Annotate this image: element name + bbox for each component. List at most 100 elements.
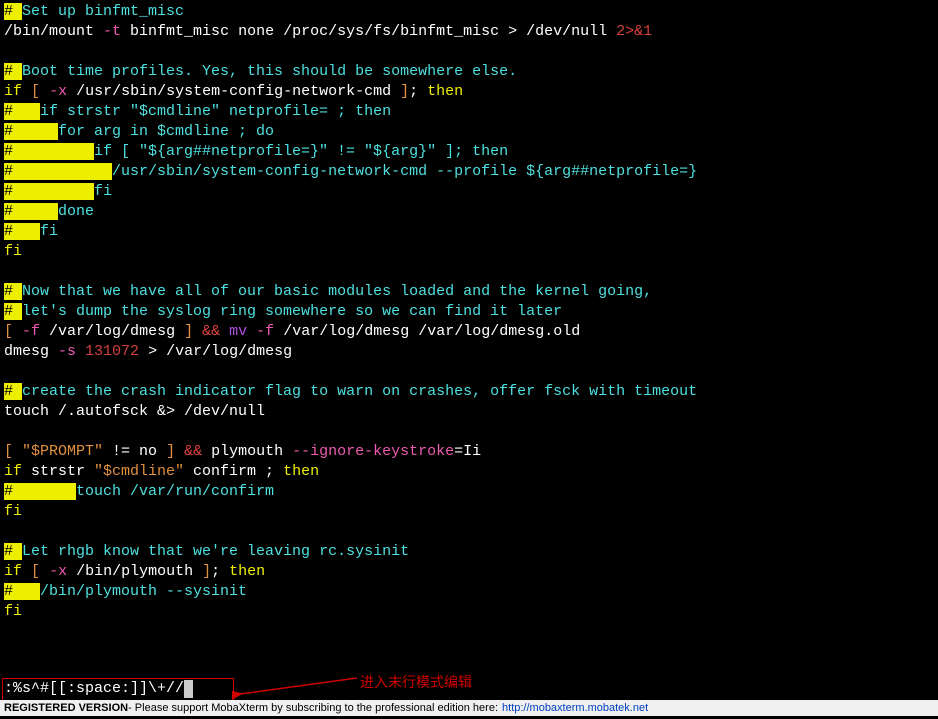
code-line: # /bin/plymouth --sysinit [4, 582, 934, 602]
code-segment: fi [4, 603, 22, 620]
terminal-viewport[interactable]: # Set up binfmt_misc/bin/mount -t binfmt… [0, 0, 938, 624]
code-segment: fi [4, 503, 22, 520]
code-segment: then [283, 463, 319, 480]
code-line: if strstr "$cmdline" confirm ; then [4, 462, 934, 482]
code-segment: -x [49, 83, 67, 100]
code-segment: plymouth [202, 443, 292, 460]
code-segment: # [4, 203, 58, 220]
code-line: # let's dump the syslog ring somewhere s… [4, 302, 934, 322]
annotation-text: 进入末行模式编辑 [360, 672, 472, 692]
code-segment: fi [4, 243, 22, 260]
code-line: # Boot time profiles. Yes, this should b… [4, 62, 934, 82]
code-segment [76, 343, 85, 360]
code-segment: for arg in $cmdline ; do [58, 123, 274, 140]
code-segment: >& [625, 23, 643, 40]
code-segment: then [229, 563, 265, 580]
status-bar: REGISTERED VERSION - Please support Moba… [0, 700, 938, 716]
code-segment: -x [49, 563, 67, 580]
code-segment: ; [409, 83, 427, 100]
code-segment: ; [211, 563, 229, 580]
code-segment: binfmt_misc none /proc/sys/fs/binfmt_mis… [121, 23, 616, 40]
code-segment [40, 83, 49, 100]
code-segment: Now that we have all of our basic module… [22, 283, 652, 300]
code-segment: # [4, 183, 94, 200]
code-segment: "$cmdline" [94, 463, 184, 480]
code-segment: --ignore-keystroke [292, 443, 454, 460]
code-segment: touch /var/run/confirm [76, 483, 274, 500]
code-segment [40, 563, 49, 580]
command-text: :%s^#[[:space:]]\+// [4, 679, 184, 699]
code-segment [4, 363, 13, 380]
code-segment: -t [103, 23, 121, 40]
code-line [4, 422, 934, 442]
code-segment: ] [400, 83, 409, 100]
code-segment: Boot time profiles. Yes, this should be … [22, 63, 517, 80]
code-segment: dmesg [4, 343, 58, 360]
cursor-icon [184, 680, 193, 698]
status-link[interactable]: http://mobaxterm.mobatek.net [502, 698, 648, 718]
code-line: # Set up binfmt_misc [4, 2, 934, 22]
code-segment: # [4, 483, 76, 500]
code-segment: # [4, 103, 40, 120]
code-line [4, 262, 934, 282]
code-segment: ] [166, 443, 175, 460]
code-segment [247, 323, 256, 340]
code-segment: # [4, 283, 22, 300]
code-segment: strstr [22, 463, 94, 480]
code-segment: if [4, 83, 22, 100]
code-segment: create the crash indicator flag to warn … [22, 383, 697, 400]
code-segment: Set up binfmt_misc [22, 3, 184, 20]
code-segment: ] [202, 563, 211, 580]
code-segment: if strstr "$cmdline" netprofile= ; then [40, 103, 391, 120]
code-line: [ -f /var/log/dmesg ] && mv -f /var/log/… [4, 322, 934, 342]
code-line [4, 42, 934, 62]
code-segment [13, 443, 22, 460]
code-segment: /bin/mount [4, 23, 103, 40]
code-segment: confirm ; [184, 463, 283, 480]
code-line: # fi [4, 222, 934, 242]
vim-command-line[interactable]: :%s^#[[:space:]]\+// [4, 679, 193, 699]
code-line: /bin/mount -t binfmt_misc none /proc/sys… [4, 22, 934, 42]
code-segment: /var/log/dmesg [40, 323, 184, 340]
code-segment: # [4, 223, 40, 240]
code-segment [4, 423, 13, 440]
code-segment: /usr/sbin/system-config-network-cmd [67, 83, 400, 100]
code-segment: 2 [616, 23, 625, 40]
code-line: [ "$PROMPT" != no ] && plymouth --ignore… [4, 442, 934, 462]
code-line: if [ -x /bin/plymouth ]; then [4, 562, 934, 582]
code-segment: -f [256, 323, 274, 340]
code-line: if [ -x /usr/sbin/system-config-network-… [4, 82, 934, 102]
status-middle: - Please support MobaXterm by subscribin… [128, 698, 498, 718]
code-segment: let's dump the syslog ring somewhere so … [22, 303, 562, 320]
code-segment [220, 323, 229, 340]
code-line: dmesg -s 131072 > /var/log/dmesg [4, 342, 934, 362]
code-segment: /bin/plymouth [67, 563, 202, 580]
code-segment: /var/log/dmesg /var/log/dmesg.old [274, 323, 580, 340]
code-segment: =Ii [454, 443, 481, 460]
code-line: # Let rhgb know that we're leaving rc.sy… [4, 542, 934, 562]
code-segment [22, 563, 31, 580]
status-prefix: REGISTERED VERSION [4, 698, 128, 718]
code-segment: # [4, 303, 22, 320]
code-segment: touch /.autofsck &> /dev/null [4, 403, 265, 420]
code-segment: if [4, 463, 22, 480]
arrow-annotation [232, 672, 362, 692]
code-segment [22, 83, 31, 100]
code-segment: # [4, 143, 94, 160]
code-segment: # [4, 123, 58, 140]
code-line: # create the crash indicator flag to war… [4, 382, 934, 402]
code-segment: [ [4, 443, 13, 460]
code-line: fi [4, 502, 934, 522]
code-segment: # [4, 63, 22, 80]
code-segment: mv [229, 323, 247, 340]
code-line: # Now that we have all of our basic modu… [4, 282, 934, 302]
code-line: # touch /var/run/confirm [4, 482, 934, 502]
code-segment: "$PROMPT" [22, 443, 103, 460]
code-line: # fi [4, 182, 934, 202]
code-line: # if [ "${arg##netprofile=}" != "${arg}"… [4, 142, 934, 162]
code-segment: [ [31, 83, 40, 100]
code-segment [4, 43, 13, 60]
code-segment: done [58, 203, 94, 220]
code-segment: ] [184, 323, 193, 340]
code-segment: fi [94, 183, 112, 200]
